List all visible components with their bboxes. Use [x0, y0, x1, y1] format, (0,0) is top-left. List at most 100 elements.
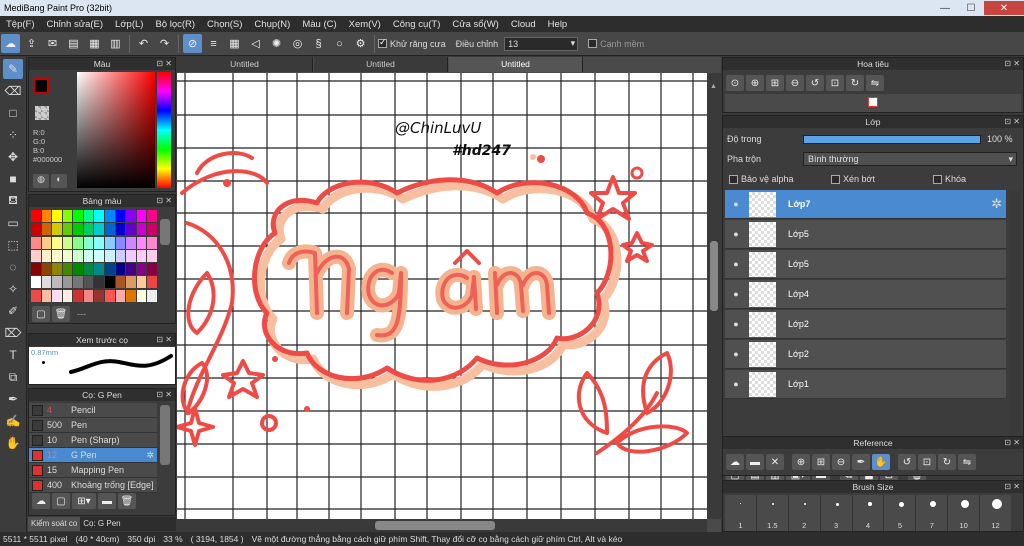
- menu-help[interactable]: Help: [542, 19, 574, 30]
- panel-close-icon[interactable]: ⊡ ✕: [156, 58, 172, 70]
- palette-swatch[interactable]: [31, 249, 41, 262]
- brush-size-option[interactable]: 12: [980, 495, 1012, 531]
- palette-swatch[interactable]: [31, 236, 41, 249]
- magic-wand-icon[interactable]: ✧: [3, 279, 23, 299]
- palette-swatch[interactable]: [62, 263, 73, 276]
- palette-swatch[interactable]: [126, 249, 136, 262]
- brush-tool-icon[interactable]: ✎: [3, 59, 23, 79]
- zoom-in-icon[interactable]: ⊕: [746, 75, 764, 91]
- palette-swatch[interactable]: [31, 210, 41, 222]
- palette-swatch[interactable]: [105, 223, 115, 236]
- palette-swatch[interactable]: [52, 210, 62, 222]
- palette-swatch[interactable]: [136, 289, 147, 302]
- add-brush-dropdown-icon[interactable]: ⊞▾: [72, 493, 96, 509]
- palette-swatch[interactable]: [126, 223, 136, 236]
- palette-swatch[interactable]: [52, 236, 62, 249]
- palette-swatch-grid[interactable]: [31, 210, 157, 302]
- move-tool-icon[interactable]: ✥: [3, 147, 23, 167]
- gear-icon[interactable]: ✲: [991, 196, 1002, 212]
- layer-scrollbar[interactable]: [1009, 190, 1021, 458]
- palette-swatch[interactable]: [73, 210, 83, 222]
- lasso-tool-icon[interactable]: ◌: [3, 257, 23, 277]
- palette-swatch[interactable]: [94, 263, 105, 276]
- blend-mode-select[interactable]: Bình thường ▾: [803, 152, 1017, 166]
- visibility-icon[interactable]: ●: [725, 199, 747, 209]
- select-eraser-icon[interactable]: ⌦: [3, 323, 23, 343]
- perspective-snap-icon[interactable]: ◁: [246, 34, 265, 53]
- menu-layer[interactable]: Lớp(L): [109, 19, 149, 30]
- brush-size-option[interactable]: 3: [820, 495, 853, 531]
- menu-tools[interactable]: Công cụ(T): [387, 19, 447, 30]
- delete-brush-icon[interactable]: 🗑: [118, 493, 136, 509]
- palette-swatch[interactable]: [105, 263, 115, 276]
- palette-swatch[interactable]: [136, 263, 147, 276]
- palette-swatch[interactable]: [126, 289, 136, 302]
- palette-swatch[interactable]: [73, 223, 83, 236]
- layer-item-lop4[interactable]: ● Lớp4: [725, 280, 1006, 309]
- palette-swatch[interactable]: [147, 223, 157, 236]
- fill-rect-tool-icon[interactable]: ■: [3, 169, 23, 189]
- palette-swatch[interactable]: [73, 263, 83, 276]
- palette-swatch[interactable]: [62, 249, 73, 262]
- hue-slider[interactable]: [157, 72, 171, 188]
- zoom-out-icon[interactable]: ⊖: [832, 454, 850, 470]
- curve-snap-icon[interactable]: §: [309, 34, 328, 53]
- menu-select[interactable]: Chọn(S): [201, 19, 248, 30]
- layer-item-lop5-b[interactable]: ● Lớp5: [725, 250, 1006, 279]
- palette-swatch[interactable]: [105, 276, 115, 289]
- eyedropper-icon[interactable]: ✒: [3, 389, 23, 409]
- menu-filter[interactable]: Bộ lọc(R): [149, 19, 201, 30]
- palette-swatch[interactable]: [73, 289, 83, 302]
- palette-swatch[interactable]: [41, 223, 52, 236]
- palette-swatch[interactable]: [147, 236, 157, 249]
- palette-swatch[interactable]: [94, 236, 105, 249]
- palette-swatch[interactable]: [105, 236, 115, 249]
- zoom-in-icon[interactable]: ⊕: [792, 454, 810, 470]
- tab-brush-g-pen[interactable]: Cọ: G Pen: [80, 517, 123, 531]
- brush-item-mapping-pen[interactable]: 15 Mapping Pen: [29, 463, 157, 478]
- palette-swatch[interactable]: [73, 276, 83, 289]
- tab-brush-control[interactable]: Kiểm soát co: [28, 517, 81, 531]
- correction-select[interactable]: 13 ▾: [504, 36, 579, 51]
- layer-item-lop7[interactable]: ● Lớp7 ✲: [725, 190, 1006, 219]
- palette-swatch[interactable]: [136, 223, 147, 236]
- palette-swatch[interactable]: [115, 276, 126, 289]
- palette-swatch[interactable]: [147, 289, 157, 302]
- palette-swatch[interactable]: [83, 289, 94, 302]
- settings-icon[interactable]: ⚙: [351, 34, 370, 53]
- palette-swatch[interactable]: [52, 223, 62, 236]
- palette-swatch[interactable]: [94, 210, 105, 222]
- gear-icon[interactable]: ✲: [146, 450, 154, 461]
- brush-size-option[interactable]: 10: [948, 495, 981, 531]
- palette-swatch[interactable]: [62, 236, 73, 249]
- palette-swatch[interactable]: [126, 210, 136, 222]
- primary-color-swatch[interactable]: [33, 78, 49, 94]
- cloud-icon[interactable]: ☁: [726, 454, 744, 470]
- palette-swatch[interactable]: [115, 289, 126, 302]
- bucket-tool-icon[interactable]: ⛾: [3, 191, 23, 211]
- minimize-button[interactable]: —: [932, 1, 958, 15]
- palette-swatch[interactable]: [52, 249, 62, 262]
- palette-swatch[interactable]: [105, 210, 115, 222]
- antialias-checkbox[interactable]: [378, 37, 387, 48]
- palette-swatch[interactable]: [52, 263, 62, 276]
- panel-close-icon[interactable]: ⊡ ✕: [156, 195, 172, 207]
- panel-close-icon[interactable]: ⊡ ✕: [156, 334, 172, 346]
- palette-swatch[interactable]: [41, 263, 52, 276]
- rotate-right-icon[interactable]: ↻: [846, 75, 864, 91]
- circle-snap-icon[interactable]: ○: [330, 34, 349, 53]
- layout-icon[interactable]: ▥: [106, 34, 125, 53]
- rotate-right-icon[interactable]: ↻: [938, 454, 956, 470]
- palette-swatch[interactable]: [83, 276, 94, 289]
- visibility-icon[interactable]: ●: [725, 379, 747, 389]
- palette-swatch[interactable]: [41, 236, 52, 249]
- menu-file[interactable]: Tệp(F): [0, 19, 41, 30]
- palette-swatch[interactable]: [94, 249, 105, 262]
- canvas-hscroll-thumb[interactable]: [375, 521, 495, 530]
- palette-swatch[interactable]: [41, 289, 52, 302]
- visibility-icon[interactable]: ●: [725, 259, 747, 269]
- layer-item-lop1[interactable]: ● Lớp1: [725, 370, 1006, 399]
- protect-alpha-checkbox[interactable]: [729, 174, 738, 184]
- opacity-slider[interactable]: [803, 134, 981, 144]
- palette-swatch[interactable]: [62, 289, 73, 302]
